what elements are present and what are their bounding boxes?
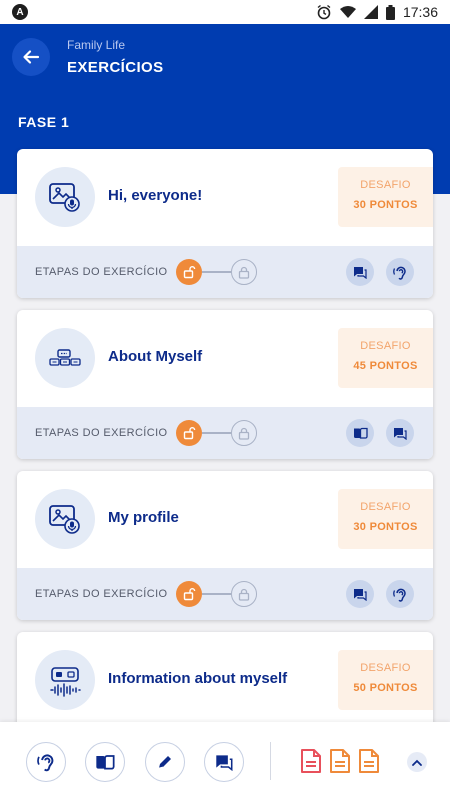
exercise-title: Hi, everyone! [108, 187, 203, 204]
challenge-points: 30 PONTOS [353, 199, 418, 211]
speak-filter-button[interactable] [204, 742, 244, 782]
step-connector [202, 593, 231, 595]
challenge-points: 30 PONTOS [353, 521, 418, 533]
picture-microphone-icon [35, 489, 95, 549]
challenge-points: 45 PONTOS [353, 360, 418, 372]
audio-wave-icon [35, 650, 95, 710]
listen-button[interactable] [386, 580, 414, 608]
chat-button[interactable] [346, 258, 374, 286]
listen-icon [393, 588, 406, 602]
chevron-up-icon [412, 759, 422, 766]
exercise-title: About Myself [108, 348, 203, 365]
document-icon-orange[interactable] [329, 748, 351, 779]
padlock-icon [238, 266, 250, 279]
challenge-label: DESAFIO [360, 501, 411, 513]
wifi-icon [339, 6, 356, 18]
step-connector [202, 432, 231, 434]
pencil-icon [158, 756, 171, 769]
clock: 17:36 [402, 4, 438, 20]
challenge-badge: DESAFIO 45 PONTOS [338, 328, 433, 388]
steps-label: ETAPAS DO EXERCÍCIO [35, 588, 168, 600]
chat-icon [216, 754, 233, 771]
breadcrumb: Family Life [67, 38, 126, 52]
padlock-icon [238, 427, 250, 440]
app-notification-icon: A [12, 4, 28, 20]
exercise-card[interactable]: My profile DESAFIO 30 PONTOS ETAPAS DO E… [17, 471, 433, 620]
read-filter-button[interactable] [85, 742, 125, 782]
challenge-points: 50 PONTOS [353, 682, 418, 694]
locked-step[interactable] [231, 420, 257, 446]
toolbar-divider [270, 742, 271, 780]
exercise-card[interactable]: Information about myself DESAFIO 50 PONT… [17, 632, 433, 729]
locked-step[interactable] [231, 581, 257, 607]
back-button[interactable] [12, 38, 50, 76]
listen-icon [37, 754, 54, 772]
challenge-label: DESAFIO [360, 179, 411, 191]
exercise-card[interactable]: About Myself DESAFIO 45 PONTOS ETAPAS DO… [17, 310, 433, 459]
picture-microphone-icon [35, 167, 95, 227]
challenge-badge: DESAFIO 30 PONTOS [338, 167, 433, 227]
chat-icon [354, 588, 367, 601]
challenge-badge: DESAFIO 30 PONTOS [338, 489, 433, 549]
battery-icon [385, 4, 395, 20]
unlocked-padlock-icon [183, 266, 196, 279]
arrow-left-icon [23, 50, 40, 64]
chat-button[interactable] [346, 580, 374, 608]
exercise-title: My profile [108, 509, 179, 526]
challenge-label: DESAFIO [360, 340, 411, 352]
read-button[interactable] [346, 419, 374, 447]
exercise-title: Information about myself [108, 670, 288, 687]
listen-button[interactable] [386, 258, 414, 286]
write-filter-button[interactable] [145, 742, 185, 782]
chat-icon [354, 266, 367, 279]
listen-icon [393, 266, 406, 280]
padlock-icon [238, 588, 250, 601]
exercise-card[interactable]: Hi, everyone! DESAFIO 30 PONTOS ETAPAS D… [17, 149, 433, 298]
document-icon-red[interactable] [300, 748, 322, 779]
document-icon-orange[interactable] [358, 748, 380, 779]
exercise-list: Hi, everyone! DESAFIO 30 PONTOS ETAPAS D… [17, 149, 433, 741]
challenge-badge: DESAFIO 50 PONTOS [338, 650, 433, 710]
status-bar: A 17:36 [0, 0, 450, 24]
challenge-label: DESAFIO [360, 662, 411, 674]
page-title: EXERCÍCIOS [67, 59, 164, 76]
expand-button[interactable] [407, 752, 427, 772]
locked-step[interactable] [231, 259, 257, 285]
book-icon [96, 755, 115, 770]
words-blocks-icon [35, 328, 95, 388]
signal-icon [363, 5, 378, 19]
bottom-toolbar [0, 722, 450, 800]
chat-button[interactable] [386, 419, 414, 447]
steps-label: ETAPAS DO EXERCÍCIO [35, 427, 168, 439]
book-icon [353, 427, 368, 439]
step-connector [202, 271, 231, 273]
alarm-icon [317, 4, 331, 20]
unlocked-step[interactable] [176, 259, 202, 285]
unlocked-padlock-icon [183, 427, 196, 440]
chat-icon [394, 427, 407, 440]
phase-heading: FASE 1 [18, 114, 70, 130]
unlocked-padlock-icon [183, 588, 196, 601]
unlocked-step[interactable] [176, 581, 202, 607]
unlocked-step[interactable] [176, 420, 202, 446]
listen-filter-button[interactable] [26, 742, 66, 782]
steps-label: ETAPAS DO EXERCÍCIO [35, 266, 168, 278]
